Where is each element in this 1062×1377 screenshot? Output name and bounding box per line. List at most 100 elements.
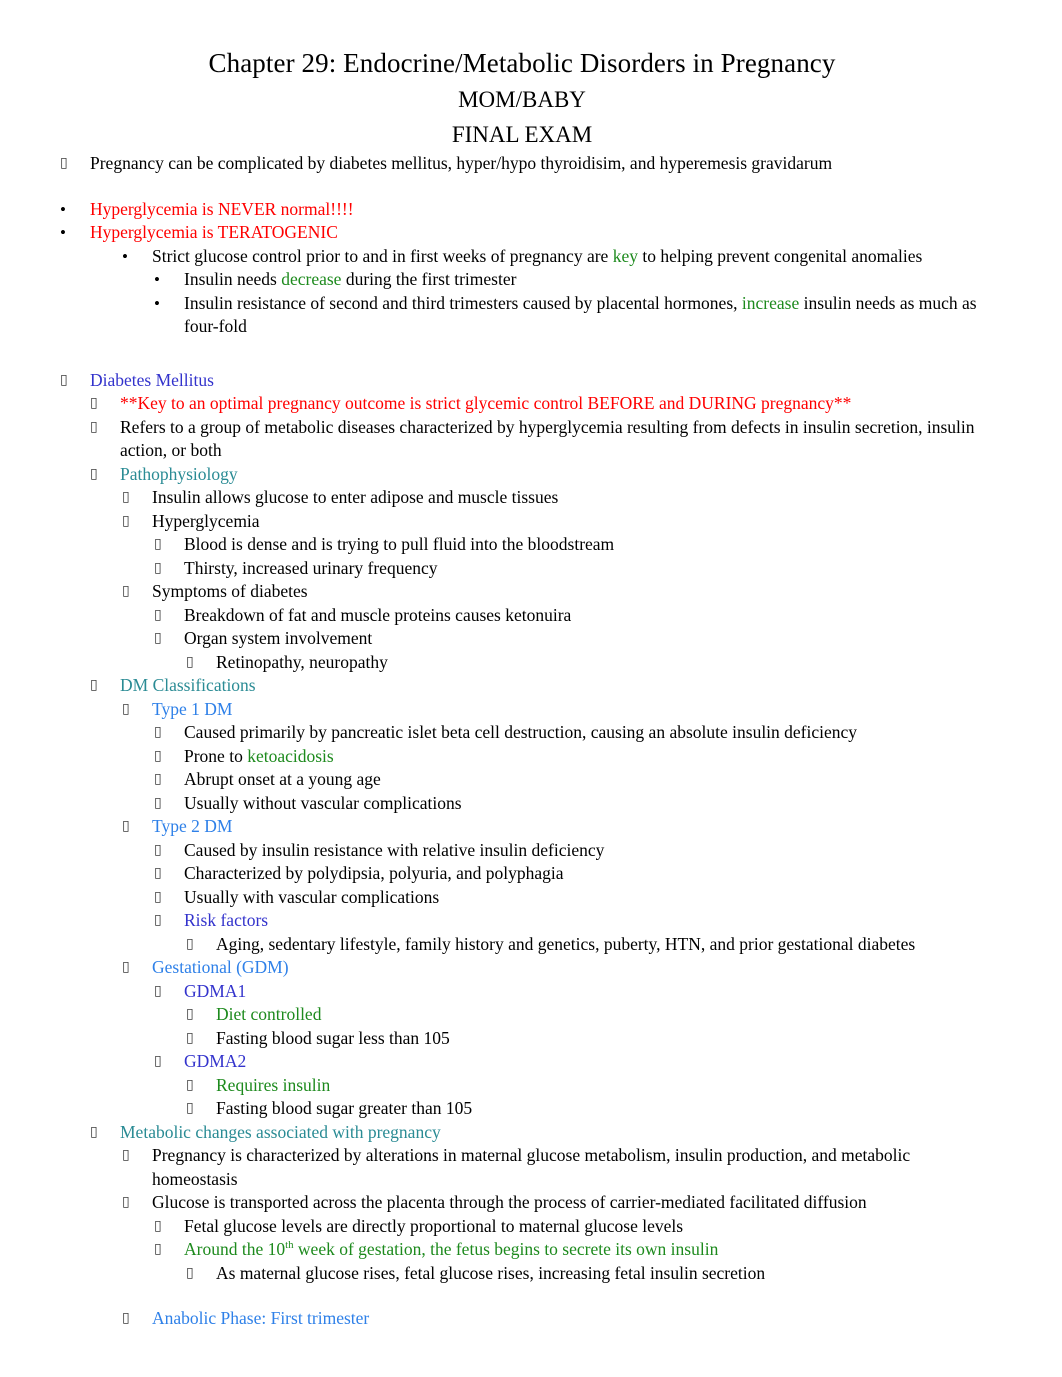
list-item: ▯ Risk factors <box>44 909 1000 933</box>
bullet-tofu-icon: ▯ <box>186 1100 194 1116</box>
bullet-dot-icon: • <box>122 246 128 266</box>
week-10-part-a: Around the 10 <box>184 1239 286 1259</box>
organ-system-text: Organ system involvement <box>184 628 373 648</box>
bullet-dot-icon: • <box>60 199 66 219</box>
bullet-tofu-icon: ▯ <box>154 630 162 646</box>
bullet-tofu-icon: ▯ <box>122 700 130 717</box>
list-item: ▯ Pregnancy is characterized by alterati… <box>44 1144 1000 1191</box>
subtitle-final-exam: FINAL EXAM <box>451 122 593 147</box>
prone-to-part-a: Prone to <box>184 745 248 766</box>
week-10-part-b: week of gestation, the fetus begins to s… <box>293 1239 719 1259</box>
list-item: ▯ Around the 10th week of gestation, the… <box>44 1238 1000 1262</box>
list-item: ▯ Prone to ketoacidosis <box>44 745 1000 769</box>
gdma1-diet-controlled: Diet controlled <box>216 1004 322 1024</box>
page-title: Chapter 29: Endocrine/Metabolic Disorder… <box>208 48 836 78</box>
bullet-dot-icon: • <box>60 223 66 242</box>
intro-text: Pregnancy can be complicated by diabetes… <box>90 153 833 173</box>
bullet-tofu-icon: ▯ <box>186 1264 194 1281</box>
strict-control-part-b: to helping prevent congenital anomalies <box>637 245 923 266</box>
list-item: ▯ Blood is dense and is trying to pull f… <box>44 533 1000 557</box>
bullet-tofu-icon: ▯ <box>154 606 162 623</box>
risk-factors-detail-text: Aging, sedentary lifestyle, family histo… <box>216 933 916 954</box>
list-item: ▯ Refers to a group of metabolic disease… <box>44 416 1000 463</box>
bullet-tofu-icon: ▯ <box>90 395 98 411</box>
symptoms-of-diabetes-heading: Symptoms of diabetes <box>152 581 308 601</box>
bullet-tofu-icon: ▯ <box>154 771 162 787</box>
type1-item-2: Usually without vascular complications <box>184 792 462 813</box>
list-item: ▯ Gestational (GDM) <box>44 956 1000 980</box>
bullet-tofu-icon: ▯ <box>154 536 162 552</box>
list-item: ▯ Thirsty, increased urinary frequency <box>44 557 1000 581</box>
list-item: ▯ Organ system involvement <box>44 627 1000 651</box>
bullet-tofu-icon: ▯ <box>154 912 162 928</box>
retinopathy-text: Retinopathy, neuropathy <box>216 651 388 672</box>
heading-diabetes-mellitus: Diabetes Mellitus <box>90 369 214 390</box>
bullet-tofu-icon: ▯ <box>154 841 162 858</box>
list-item: • Insulin needs decrease during the firs… <box>44 268 1000 292</box>
insulin-resistance-part-a: Insulin resistance of second and third t… <box>184 292 742 313</box>
strict-control-keyword: key <box>612 245 638 266</box>
list-item: ▯ Characterized by polydipsia, polyuria,… <box>44 862 1000 886</box>
bullet-tofu-icon: ▯ <box>186 1076 194 1093</box>
bullet-tofu-icon: ▯ <box>122 1310 130 1326</box>
list-item: ▯ Fasting blood sugar less than 105 <box>44 1027 1000 1051</box>
key-optimal-outcome-note: **Key to an optimal pregnancy outcome is… <box>120 393 852 413</box>
bullet-tofu-icon: ▯ <box>186 935 194 952</box>
list-item: ▯ Anabolic Phase: First trimester <box>44 1307 1000 1331</box>
list-item: ▯ Abrupt onset at a young age <box>44 768 1000 792</box>
list-item: ▯ Insulin allows glucose to enter adipos… <box>44 486 1000 510</box>
insulin-needs-text: Insulin needs decrease during the first … <box>184 268 1000 292</box>
list-item: ▯ Caused by insulin resistance with rela… <box>44 839 1000 863</box>
list-item: ▯ As maternal glucose rises, fetal gluco… <box>44 1262 1000 1286</box>
bullet-tofu-icon: ▯ <box>122 512 130 529</box>
list-item: ▯ Caused primarily by pancreatic islet b… <box>44 721 1000 745</box>
bullet-tofu-icon: ▯ <box>154 559 162 576</box>
hyperglycemia-teratogenic: Hyperglycemia is TERATOGENIC <box>90 222 338 242</box>
blood-dense-text: Blood is dense and is trying to pull flu… <box>184 534 615 554</box>
metabolic-alterations-text: Pregnancy is characterized by alteration… <box>152 1145 911 1189</box>
heading-type-2-dm: Type 2 DM <box>152 816 233 836</box>
heading-pathophysiology: Pathophysiology <box>120 463 238 484</box>
bullet-tofu-icon: ▯ <box>186 1006 194 1022</box>
list-item: ▯ Aging, sedentary lifestyle, family his… <box>44 933 1000 957</box>
list-item: ▯ Glucose is transported across the plac… <box>44 1191 1000 1215</box>
list-item: ▯ Type 1 DM <box>44 698 1000 722</box>
list-item: • Hyperglycemia is NEVER normal!!!! <box>44 198 1000 222</box>
list-item: ▯ Usually without vascular complications <box>44 792 1000 816</box>
bullet-tofu-icon: ▯ <box>154 747 162 764</box>
fetal-glucose-levels-text: Fetal glucose levels are directly propor… <box>184 1215 684 1236</box>
list-item: ▯ GDMA2 <box>44 1050 1000 1074</box>
heading-gestational-gdm: Gestational (GDM) <box>152 957 289 977</box>
heading-gdma1: GDMA1 <box>184 980 247 1001</box>
hyperglycemia-never-normal: Hyperglycemia is NEVER normal!!!! <box>90 198 354 219</box>
breakdown-text: Breakdown of fat and muscle proteins cau… <box>184 604 572 625</box>
bullet-tofu-icon: ▯ <box>60 155 68 171</box>
thirsty-text: Thirsty, increased urinary frequency <box>184 557 438 578</box>
type1-prone-to-text: Prone to ketoacidosis <box>184 745 1000 769</box>
list-item: ▯ Fasting blood sugar greater than 105 <box>44 1097 1000 1121</box>
bullet-tofu-icon: ▯ <box>122 1147 130 1163</box>
list-item: ▯ Breakdown of fat and muscle proteins c… <box>44 604 1000 628</box>
list-item: ▯ Type 2 DM <box>44 815 1000 839</box>
list-item: ▯ Hyperglycemia <box>44 510 1000 534</box>
insulin-needs-keyword: decrease <box>281 269 342 289</box>
type2-item-1: Characterized by polydipsia, polyuria, a… <box>184 863 564 883</box>
heading-metabolic-changes: Metabolic changes associated with pregna… <box>120 1121 441 1142</box>
list-item: • Strict glucose control prior to and in… <box>44 245 1000 269</box>
heading-dm-classifications: DM Classifications <box>120 675 256 695</box>
week-10-ordinal-suffix: th <box>285 1239 294 1252</box>
bullet-tofu-icon: ▯ <box>186 1029 194 1046</box>
heading-type-1-dm: Type 1 DM <box>152 698 233 719</box>
gdma2-requires-insulin: Requires insulin <box>216 1074 331 1095</box>
insulin-needs-part-a: Insulin needs <box>184 269 282 289</box>
list-item: ▯ Pregnancy can be complicated by diabet… <box>44 152 1000 176</box>
bullet-tofu-icon: ▯ <box>154 888 162 905</box>
type1-item-0: Caused primarily by pancreatic islet bet… <box>184 722 858 742</box>
type2-item-0: Caused by insulin resistance with relati… <box>184 839 605 860</box>
strict-glucose-control-text: Strict glucose control prior to and in f… <box>152 245 1000 269</box>
list-item: ▯ Diabetes Mellitus <box>44 369 1000 393</box>
bullet-tofu-icon: ▯ <box>154 865 162 881</box>
list-item: ▯ Symptoms of diabetes <box>44 580 1000 604</box>
